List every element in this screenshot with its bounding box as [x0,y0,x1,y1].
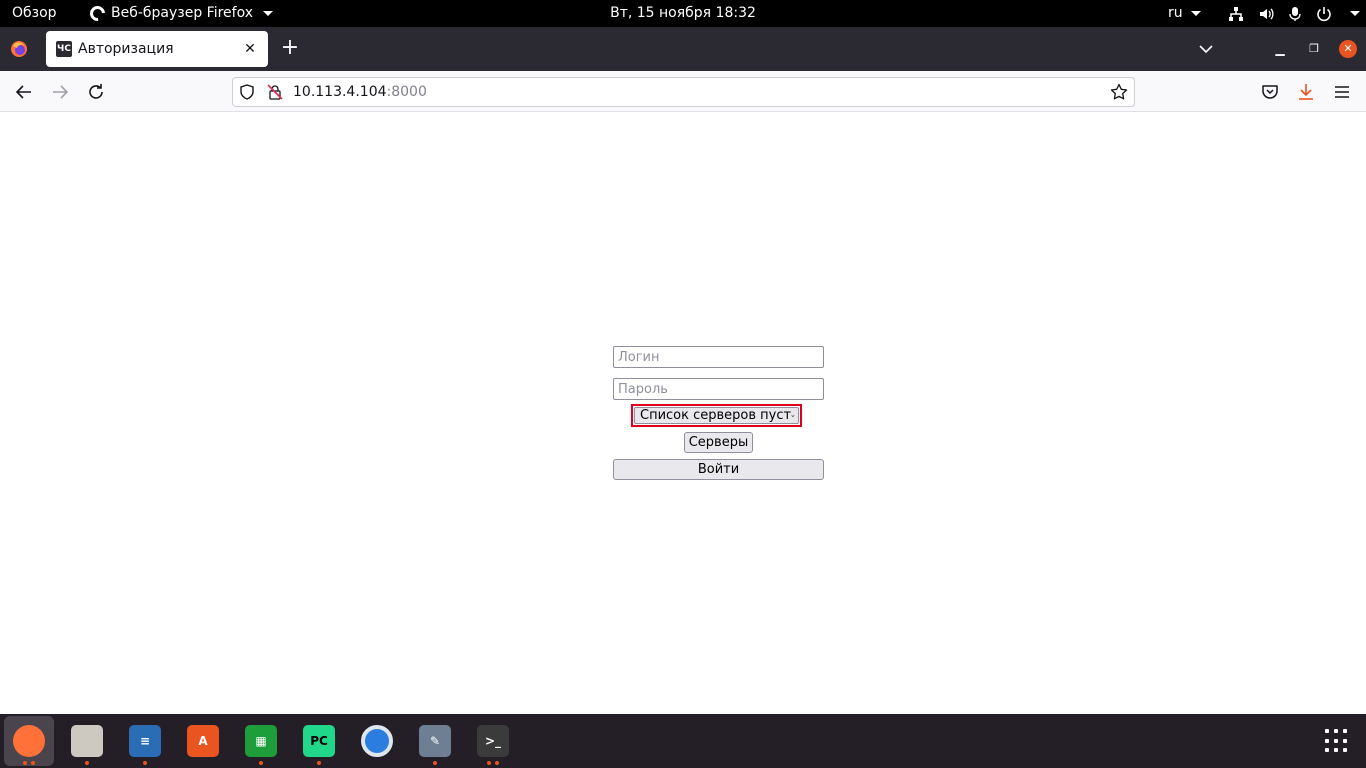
system-tray[interactable] [1228,0,1360,27]
ubuntu-software-icon: A [187,725,219,757]
ubuntu-dock: ≡ A ▦ PC ✎ >_ [0,714,1366,768]
minimize-button[interactable]: ▁ [1271,39,1289,59]
dock-item-pycharm[interactable]: PC [294,716,344,766]
language-label: ru [1168,5,1183,21]
server-select-highlight: Список серверов пуст [631,404,802,427]
running-indicator [143,761,147,765]
power-icon [1317,6,1331,21]
show-applications-icon[interactable] [1325,729,1349,753]
hamburger-menu-icon[interactable] [1330,80,1354,104]
chevron-down-icon[interactable] [1196,39,1216,59]
new-tab-button[interactable]: + [280,37,300,61]
dock-item-libreoffice-writer[interactable]: ≡ [120,716,170,766]
chevron-down-icon [1191,10,1202,16]
dock-item-libreoffice-calc[interactable]: ▦ [236,716,286,766]
dock-item-files[interactable] [62,716,112,766]
navigation-toolbar: 10.113.4.104:8000 [0,71,1366,112]
reload-icon[interactable] [84,80,108,104]
dock-item-chromium[interactable] [352,716,402,766]
insecure-lock-icon[interactable] [267,84,283,100]
chevron-down-icon [791,414,795,417]
server-select-value: Список серверов пуст [640,408,792,423]
running-indicator [487,761,491,765]
close-icon[interactable]: ✕ [240,39,260,59]
url-bar[interactable]: 10.113.4.104:8000 [232,77,1135,107]
download-icon[interactable] [1294,80,1318,104]
firefox-icon[interactable] [10,40,28,58]
running-indicator [85,761,89,765]
microphone-icon [1289,6,1301,21]
paint-brush-icon: ✎ [419,725,451,757]
chromium-icon [361,725,393,757]
forward-arrow-icon[interactable] [48,80,72,104]
tab-title: Авторизация [78,41,174,57]
window-close-button[interactable]: ✕ [1339,40,1357,58]
page-content: Список серверов пуст Серверы Войти [0,112,1366,714]
libreoffice-calc-icon: ▦ [245,725,277,757]
files-icon [71,725,103,757]
clock[interactable]: Вт, 15 ноября 18:32 [0,0,1366,27]
pocket-icon[interactable] [1258,80,1282,104]
running-indicator [23,761,27,765]
running-indicator [495,761,499,765]
login-input[interactable] [613,346,824,368]
dock-item-ubuntu-software[interactable]: A [178,716,228,766]
maximize-button[interactable]: ❐ [1305,39,1323,59]
network-icon [1229,6,1243,21]
running-indicator [433,761,437,765]
shield-icon[interactable] [239,84,255,100]
tab-active[interactable]: ЧС Авторизация ✕ [46,31,268,67]
dock-item-firefox[interactable] [4,716,54,766]
bookmark-star-icon[interactable] [1110,83,1128,101]
dock-item-paint-brush[interactable]: ✎ [410,716,460,766]
server-select[interactable]: Список серверов пуст [634,407,799,424]
url-host: 10.113.4.104 [293,84,387,100]
tab-strip: ЧС Авторизация ✕ + ▁ ❐ ✕ [0,27,1366,71]
url-text: 10.113.4.104:8000 [293,78,427,106]
running-indicator [31,761,35,765]
libreoffice-writer-icon: ≡ [129,725,161,757]
language-indicator[interactable]: ru [1168,0,1202,27]
tab-favicon: ЧС [56,41,72,57]
firefox-icon [13,725,45,757]
url-port: :8000 [386,84,427,100]
back-arrow-icon[interactable] [12,80,36,104]
login-button[interactable]: Войти [613,459,824,480]
chevron-down-icon [1350,11,1360,16]
volume-icon [1260,8,1274,19]
password-input[interactable] [613,378,824,400]
running-indicator [259,761,263,765]
pycharm-icon: PC [303,725,335,757]
terminal-icon: >_ [477,725,509,757]
gnome-top-bar: Обзор Веб-браузер Firefox Вт, 15 ноября … [0,0,1366,27]
running-indicator [317,761,321,765]
servers-button[interactable]: Серверы [684,432,753,453]
dock-item-terminal[interactable]: >_ [468,716,518,766]
